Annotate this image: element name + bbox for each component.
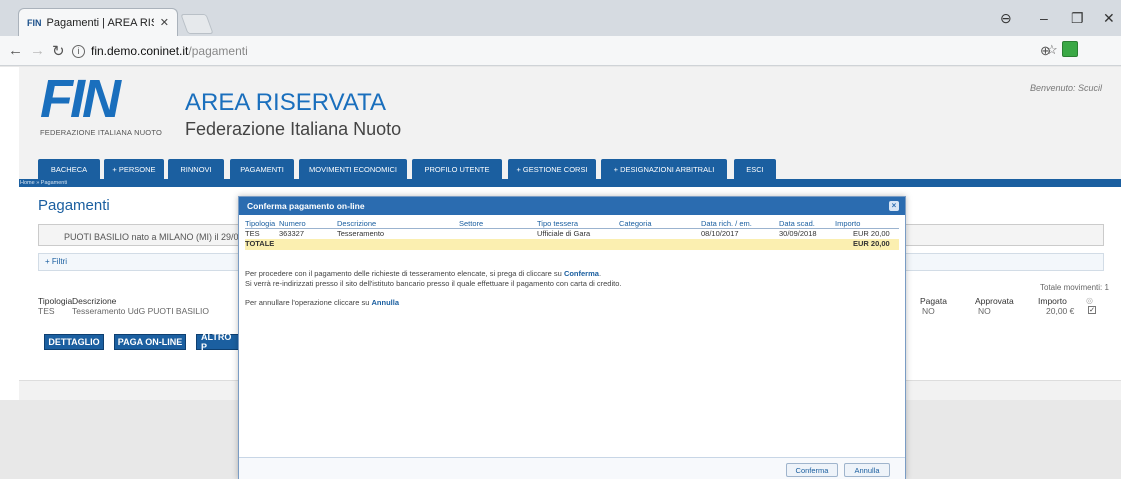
msg1-confirm-word: Conferma — [563, 269, 599, 278]
dr-numero: 363327 — [279, 229, 305, 238]
browser-toolbar: ← → ↻ i fin.demo.coninet.it /pagamenti ⊕ — [0, 36, 1121, 66]
nav-profilo[interactable]: PROFILO UTENTE — [412, 159, 502, 179]
dr-tipo-tessera: Ufficiale di Gara — [537, 229, 591, 238]
dr-tipologia: TES — [245, 229, 260, 238]
col-approvata: Approvata — [975, 296, 1014, 306]
nav-persone[interactable]: + PERSONE — [104, 159, 164, 179]
dh-data-rich: Data rich. / em. — [701, 219, 752, 228]
dh-tipologia: Tipologia — [245, 219, 276, 228]
browser-tab[interactable]: FIN Pagamenti | AREA RISER... ✕ — [18, 8, 178, 36]
minimize-icon[interactable]: – — [1040, 10, 1048, 26]
row-descrizione: Tesseramento UdG PUOTI BASILIO — [72, 306, 209, 316]
close-icon[interactable]: ✕ — [1103, 10, 1115, 27]
back-icon[interactable]: ← — [8, 42, 23, 59]
dh-importo: Importo — [835, 219, 861, 228]
dialog-message-3: Per annullare l'operazione cliccare su A… — [245, 298, 399, 307]
fin-logo: FIN — [40, 69, 160, 129]
tab-close-icon[interactable]: ✕ — [160, 16, 169, 29]
dh-numero: Numero — [279, 219, 306, 228]
dialog-title-bar: Conferma pagamento on-line × — [239, 197, 905, 215]
fin-favicon-icon: FIN — [27, 17, 42, 28]
msg3-cancel-word: Annulla — [371, 298, 400, 307]
dr-descrizione: Tesseramento — [337, 229, 385, 238]
dialog-title: Conferma pagamento on-line — [247, 201, 365, 211]
altro-button[interactable]: ALTRO P — [196, 332, 240, 352]
dialog-total-row: TOTALE EUR 20,00 — [245, 239, 899, 250]
logo-text: FIN — [40, 69, 121, 129]
url-path: /pagamenti — [188, 44, 248, 58]
browser-tab-bar: FIN Pagamenti | AREA RISER... ✕ ⊖ – ❐ ✕ — [0, 0, 1121, 36]
cancel-button[interactable]: Annulla — [844, 463, 890, 477]
dialog-table-row: TES 363327 Tesseramento Ufficiale di Gar… — [245, 229, 899, 239]
reload-icon[interactable]: ↻ — [52, 42, 65, 60]
nav-bacheca[interactable]: BACHECA — [38, 159, 100, 179]
col-importo: Importo — [1038, 296, 1067, 306]
forward-icon[interactable]: → — [30, 42, 45, 59]
dialog-message-1: Per procedere con il pagamento delle ric… — [245, 269, 601, 278]
nav-movimenti[interactable]: MOVIMENTI ECONOMICI — [299, 159, 407, 179]
new-tab-button[interactable] — [180, 14, 214, 34]
extension-icon[interactable] — [1062, 41, 1078, 57]
dialog-close-icon[interactable]: × — [889, 201, 899, 211]
breadcrumb: Home » Pagamenti — [20, 180, 68, 186]
col-descrizione: Descrizione — [72, 296, 117, 306]
total-label: TOTALE — [245, 239, 275, 248]
federation-name: Federazione Italiana Nuoto — [185, 119, 402, 139]
url-host: fin.demo.coninet.it — [91, 44, 189, 58]
maximize-icon[interactable]: ❐ — [1071, 10, 1084, 27]
row-importo: 20,00 € — [1046, 306, 1075, 316]
tab-title: Pagamenti | AREA RISER... — [46, 16, 154, 29]
total-movements: Totale movimenti: 1 — [1040, 283, 1109, 292]
dh-settore: Settore — [459, 219, 484, 228]
dr-importo: EUR 20,00 — [853, 229, 890, 238]
dettaglio-button[interactable]: DETTAGLIO — [44, 334, 104, 350]
confirm-button[interactable]: Conferma — [786, 463, 838, 477]
logo-subtitle: FEDERAZIONE ITALIANA NUOTO — [40, 128, 163, 137]
dr-data-scad: 30/09/2018 — [779, 229, 817, 238]
nav-designazioni[interactable]: + DESIGNAZIONI ARBITRALI — [601, 159, 727, 179]
area-title: AREA RISERVATA — [185, 89, 386, 116]
col-pagata: Pagata — [920, 296, 947, 306]
dh-tipo-tessera: Tipo tessera — [537, 219, 578, 228]
welcome-text: Benvenuto: Scucil — [1030, 83, 1103, 93]
dh-data-scad: Data scad. — [779, 219, 815, 228]
page-title: Pagamenti — [38, 197, 110, 214]
row-tipologia: TES — [38, 306, 55, 316]
msg1-text: Per procedere con il pagamento delle ric… — [245, 269, 564, 278]
row-pagata: NO — [922, 306, 935, 316]
dialog-message-2: Si verrà re-indirizzati presso il sito d… — [245, 279, 622, 288]
person-info: PUOTI BASILIO nato a MILANO (MI) il 29/0… — [64, 232, 244, 242]
nav-rinnovi[interactable]: RINNOVI — [168, 159, 224, 179]
nav-esci[interactable]: ESCI — [734, 159, 776, 179]
info-icon[interactable]: i — [72, 44, 85, 58]
row-approvata: NO — [978, 306, 991, 316]
dh-categoria: Categoria — [619, 219, 652, 228]
paga-online-button[interactable]: PAGA ON-LINE — [114, 334, 186, 350]
total-value: EUR 20,00 — [853, 239, 890, 248]
nav-underline — [19, 179, 1121, 187]
nav-gestione-corsi[interactable]: + GESTIONE CORSI — [508, 159, 596, 179]
dh-descrizione: Descrizione — [337, 219, 377, 228]
confirm-payment-dialog: Conferma pagamento on-line × Tipologia N… — [238, 196, 906, 479]
row-checkbox[interactable]: ✓ — [1088, 306, 1096, 314]
account-icon[interactable]: ⊖ — [1000, 10, 1012, 27]
address-bar[interactable]: i fin.demo.coninet.it /pagamenti — [72, 40, 1032, 62]
filter-link[interactable]: + Filtri — [45, 257, 67, 266]
msg1-end: . — [598, 269, 602, 278]
dr-data-rich: 08/10/2017 — [701, 229, 739, 238]
column-settings-icon[interactable]: ◎ — [1086, 296, 1093, 305]
nav-pagamenti[interactable]: PAGAMENTI — [230, 159, 294, 179]
msg3-text: Per annullare l'operazione cliccare su — [245, 298, 372, 307]
star-icon[interactable]: ☆ — [1046, 42, 1058, 58]
col-tipologia: Tipologia — [38, 296, 73, 306]
